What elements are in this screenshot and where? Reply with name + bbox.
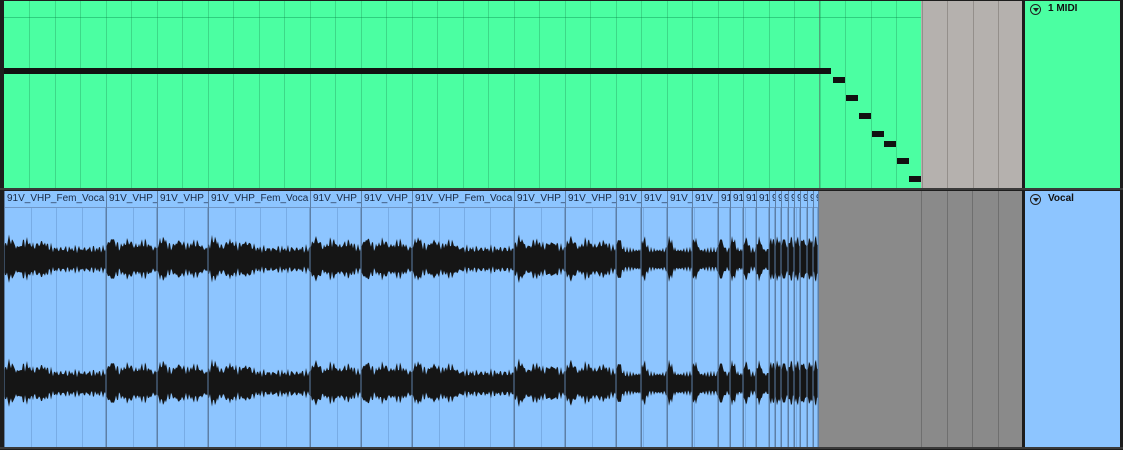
audio-clip-title[interactable]: 91V_VHP_Fem_Voca	[209, 191, 310, 208]
track-separator	[0, 188, 1123, 190]
grid-line	[972, 191, 973, 447]
grid-line	[794, 1, 795, 188]
audio-clip-title[interactable]: 91V_	[668, 191, 692, 208]
audio-clip-title[interactable]: 91V_	[693, 191, 718, 208]
grid-line	[565, 1, 566, 188]
grid-line	[259, 1, 260, 188]
midi-note[interactable]	[833, 77, 845, 83]
midi-track-lane[interactable]	[4, 1, 1022, 188]
grid-line	[667, 1, 668, 188]
track-separator	[0, 447, 1123, 449]
audio-clip-title[interactable]: 91	[744, 191, 756, 208]
grid-line	[998, 191, 999, 447]
grid-line	[616, 1, 617, 188]
grid-line	[157, 1, 158, 188]
track-name-midi[interactable]: 1 MIDI	[1048, 3, 1077, 14]
grid-line	[820, 1, 821, 188]
audio-clip-title[interactable]: 91V_VHP_	[107, 191, 157, 208]
grid-line	[692, 1, 693, 188]
midi-note[interactable]	[859, 113, 871, 119]
grid-line	[947, 1, 948, 188]
grid-line	[208, 1, 209, 188]
audio-clip-title[interactable]: 91V_VHP_Fem_Voca	[413, 191, 514, 208]
grid-line	[488, 1, 489, 188]
grid-line	[55, 1, 56, 188]
chevron-down-icon[interactable]	[1030, 4, 1041, 15]
grid-line	[182, 1, 183, 188]
waveform	[4, 208, 819, 447]
audio-clip-title[interactable]: 91V_VHP_	[362, 191, 412, 208]
grid-line	[386, 1, 387, 188]
audio-clip-title[interactable]: 91	[757, 191, 769, 208]
track-name-vocal[interactable]: Vocal	[1048, 193, 1074, 204]
grid-line	[922, 1, 923, 188]
grid-line	[718, 1, 719, 188]
grid-line	[29, 1, 30, 188]
midi-note[interactable]	[4, 68, 831, 74]
grid-line	[590, 1, 591, 188]
grid-line	[335, 1, 336, 188]
audio-clip-title[interactable]: 91V_VHP_	[566, 191, 616, 208]
grid-line	[947, 191, 948, 447]
audio-clip-title[interactable]: 91V_	[617, 191, 641, 208]
vocal-track-lane[interactable]: 91V_VHP_Fem_Voca 91V_VHP_ 91V_VHP_ 91V_VHP_…	[4, 191, 1022, 447]
audio-clip-title[interactable]: 91V_	[642, 191, 667, 208]
grid-line	[361, 1, 362, 188]
audio-clip-title[interactable]: 91	[731, 191, 743, 208]
midi-note[interactable]	[884, 141, 896, 147]
grid-line	[106, 1, 107, 188]
grid-line	[463, 1, 464, 188]
grid-line	[871, 1, 872, 188]
grid-line	[769, 1, 770, 188]
loop-marker-line	[819, 1, 820, 188]
grid-line	[743, 1, 744, 188]
audio-clip-title[interactable]: 91V_VHP_	[158, 191, 208, 208]
grid-line	[284, 1, 285, 188]
grid-line	[641, 1, 642, 188]
chevron-down-icon[interactable]	[1030, 194, 1041, 205]
midi-track-header[interactable]: 1 MIDI	[1025, 1, 1120, 188]
grid-line	[514, 1, 515, 188]
grid-line	[80, 1, 81, 188]
audio-clip-title[interactable]: 91V_VHP_Fem_Voca	[5, 191, 106, 208]
vocal-track-header[interactable]: Vocal	[1025, 191, 1120, 447]
midi-note[interactable]	[846, 95, 858, 101]
grid-line	[539, 1, 540, 188]
grid-line	[437, 1, 438, 188]
audio-clip-title[interactable]: 91	[719, 191, 730, 208]
audio-clip-title[interactable]: 91V_VHP_	[311, 191, 361, 208]
midi-note[interactable]	[909, 176, 921, 182]
grid-line	[998, 1, 999, 188]
midi-note[interactable]	[872, 131, 884, 137]
grid-line	[412, 1, 413, 188]
grid-line	[233, 1, 234, 188]
grid-line	[131, 1, 132, 188]
audio-clip-title[interactable]: 91V_VHP_	[515, 191, 565, 208]
midi-note[interactable]	[897, 158, 909, 164]
midi-clip[interactable]	[4, 1, 921, 188]
arrangement-view: 91V_VHP_Fem_Voca 91V_VHP_ 91V_VHP_ 91V_VHP_…	[0, 0, 1123, 450]
grid-line	[973, 1, 974, 188]
grid-line	[921, 191, 922, 447]
grid-line	[310, 1, 311, 188]
